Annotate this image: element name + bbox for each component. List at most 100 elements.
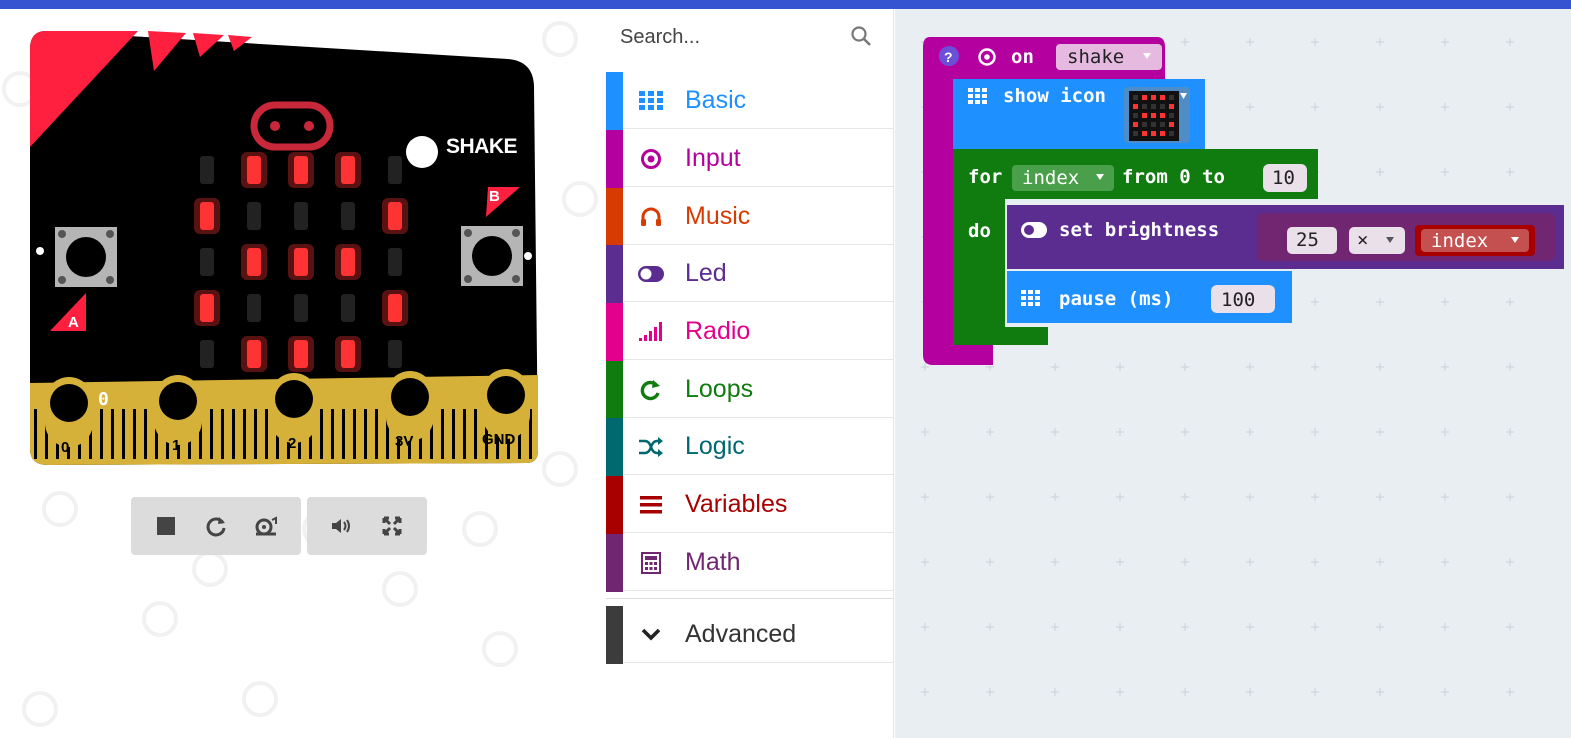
grid-mark [1181, 623, 1189, 631]
from-label: from 0 to [1122, 166, 1225, 188]
icon-thumb-pixel [1142, 113, 1147, 118]
category-variables[interactable]: Variables [606, 476, 894, 534]
grid-mark [1051, 428, 1059, 436]
category-label: Variables [685, 490, 788, 518]
pin-3v-label: 3V [395, 433, 413, 450]
pin-hole [391, 378, 429, 416]
mute-button[interactable] [321, 505, 363, 547]
speaker-icon [332, 519, 350, 533]
background-doodle [542, 21, 578, 57]
grid-mark [1441, 428, 1449, 436]
grid-mark [1116, 428, 1124, 436]
grid-mark [1181, 428, 1189, 436]
category-label: Logic [685, 432, 745, 460]
button-a[interactable] [55, 227, 117, 287]
background-doodle [142, 601, 178, 637]
grid-mark [1311, 428, 1319, 436]
to-value-input[interactable]: 10 [1263, 164, 1307, 192]
grid-mark [1246, 558, 1254, 566]
microbit-board: A B 0 0 1 2 3V GND [30, 31, 538, 465]
led-on [247, 156, 261, 184]
icon-thumb-pixel [1160, 95, 1165, 100]
background-doodle [22, 691, 58, 727]
led-on [294, 156, 308, 184]
category-logic[interactable]: Logic [606, 418, 894, 476]
connector-tooth [210, 409, 213, 459]
grid-mark [1311, 688, 1319, 696]
grid-mark [1051, 688, 1059, 696]
grid-mark [1376, 623, 1384, 631]
pause-value-input[interactable]: 100 [1211, 285, 1275, 313]
stop-button[interactable] [145, 505, 187, 547]
background-doodle [192, 551, 228, 587]
category-label: Advanced [685, 620, 797, 648]
pause-block[interactable]: pause (ms) 100 [1007, 271, 1292, 323]
toolbox-divider [606, 598, 894, 599]
grid-mark [1311, 493, 1319, 501]
connector-tooth [34, 409, 37, 459]
icon-thumb-pixel [1151, 122, 1156, 127]
list-icon [638, 492, 664, 518]
pin-dot-b [524, 252, 532, 260]
icon-thumb-pixel [1133, 113, 1138, 118]
blocks-workspace[interactable]: ? on shake show icon for index from 0 to… [895, 9, 1571, 738]
category-input[interactable]: Input [606, 130, 894, 188]
shake-label: SHAKE [446, 135, 518, 158]
grid-mark [1441, 688, 1449, 696]
pin-0-label: 0 [61, 439, 69, 456]
toolbox: Basic Input Music Led Radio Loops [606, 9, 894, 738]
led-off [341, 294, 355, 322]
fullscreen-icon [382, 516, 402, 536]
slowmo-button[interactable] [245, 505, 287, 547]
grid-mark [1311, 623, 1319, 631]
led-off [388, 340, 402, 368]
slowmo-icon [255, 516, 277, 536]
category-math[interactable]: Math [606, 534, 894, 592]
search-icon[interactable] [850, 25, 872, 47]
search-input[interactable] [618, 19, 848, 55]
show-icon-block[interactable]: show icon [953, 79, 1205, 149]
category-advanced[interactable]: Advanced [606, 606, 894, 664]
chevron-down-icon [638, 622, 664, 648]
category-radio[interactable]: Radio [606, 303, 894, 361]
background-doodle [382, 571, 418, 607]
category-music[interactable]: Music [606, 188, 894, 246]
connector-tooth [353, 409, 356, 459]
grid-mark [921, 428, 929, 436]
category-color-bar [606, 130, 623, 188]
pin-gnd-label: GND [482, 431, 516, 448]
grid-mark [921, 688, 929, 696]
on-label: on [1011, 46, 1034, 68]
blocks-program: ? on shake show icon for index from 0 to… [923, 37, 1564, 365]
event-dropdown-value: shake [1067, 46, 1124, 68]
grid-mark [1116, 623, 1124, 631]
category-basic[interactable]: Basic [606, 72, 894, 130]
event-dropdown[interactable]: shake [1056, 44, 1162, 70]
restart-button[interactable] [195, 505, 237, 547]
set-brightness-block[interactable]: set brightness 25 × index [1007, 205, 1564, 269]
multiply-block[interactable]: 25 × index [1257, 213, 1555, 261]
for-var-value: index [1022, 167, 1079, 189]
grid-mark [1441, 493, 1449, 501]
category-label: Radio [685, 317, 751, 345]
show-icon-label: show icon [1003, 85, 1106, 107]
led-off [200, 248, 214, 276]
grid-mark [1051, 623, 1059, 631]
button-b[interactable] [461, 226, 523, 286]
signal-icon [638, 319, 664, 345]
category-loops[interactable]: Loops [606, 361, 894, 419]
pin-hole [159, 382, 197, 420]
category-led[interactable]: Led [606, 245, 894, 303]
led-off [294, 202, 308, 230]
index-var-dropdown[interactable]: index [1012, 165, 1114, 191]
connector-tooth [364, 409, 367, 459]
connector-tooth [133, 409, 136, 459]
icon-picker[interactable] [1124, 87, 1190, 143]
for-label: for [968, 166, 1002, 188]
category-color-bar [606, 476, 623, 534]
fullscreen-button[interactable] [371, 505, 413, 547]
top-accent-bar [0, 0, 1571, 9]
grid-mark [1506, 688, 1514, 696]
grid-mark [1051, 493, 1059, 501]
category-label: Music [685, 202, 751, 230]
